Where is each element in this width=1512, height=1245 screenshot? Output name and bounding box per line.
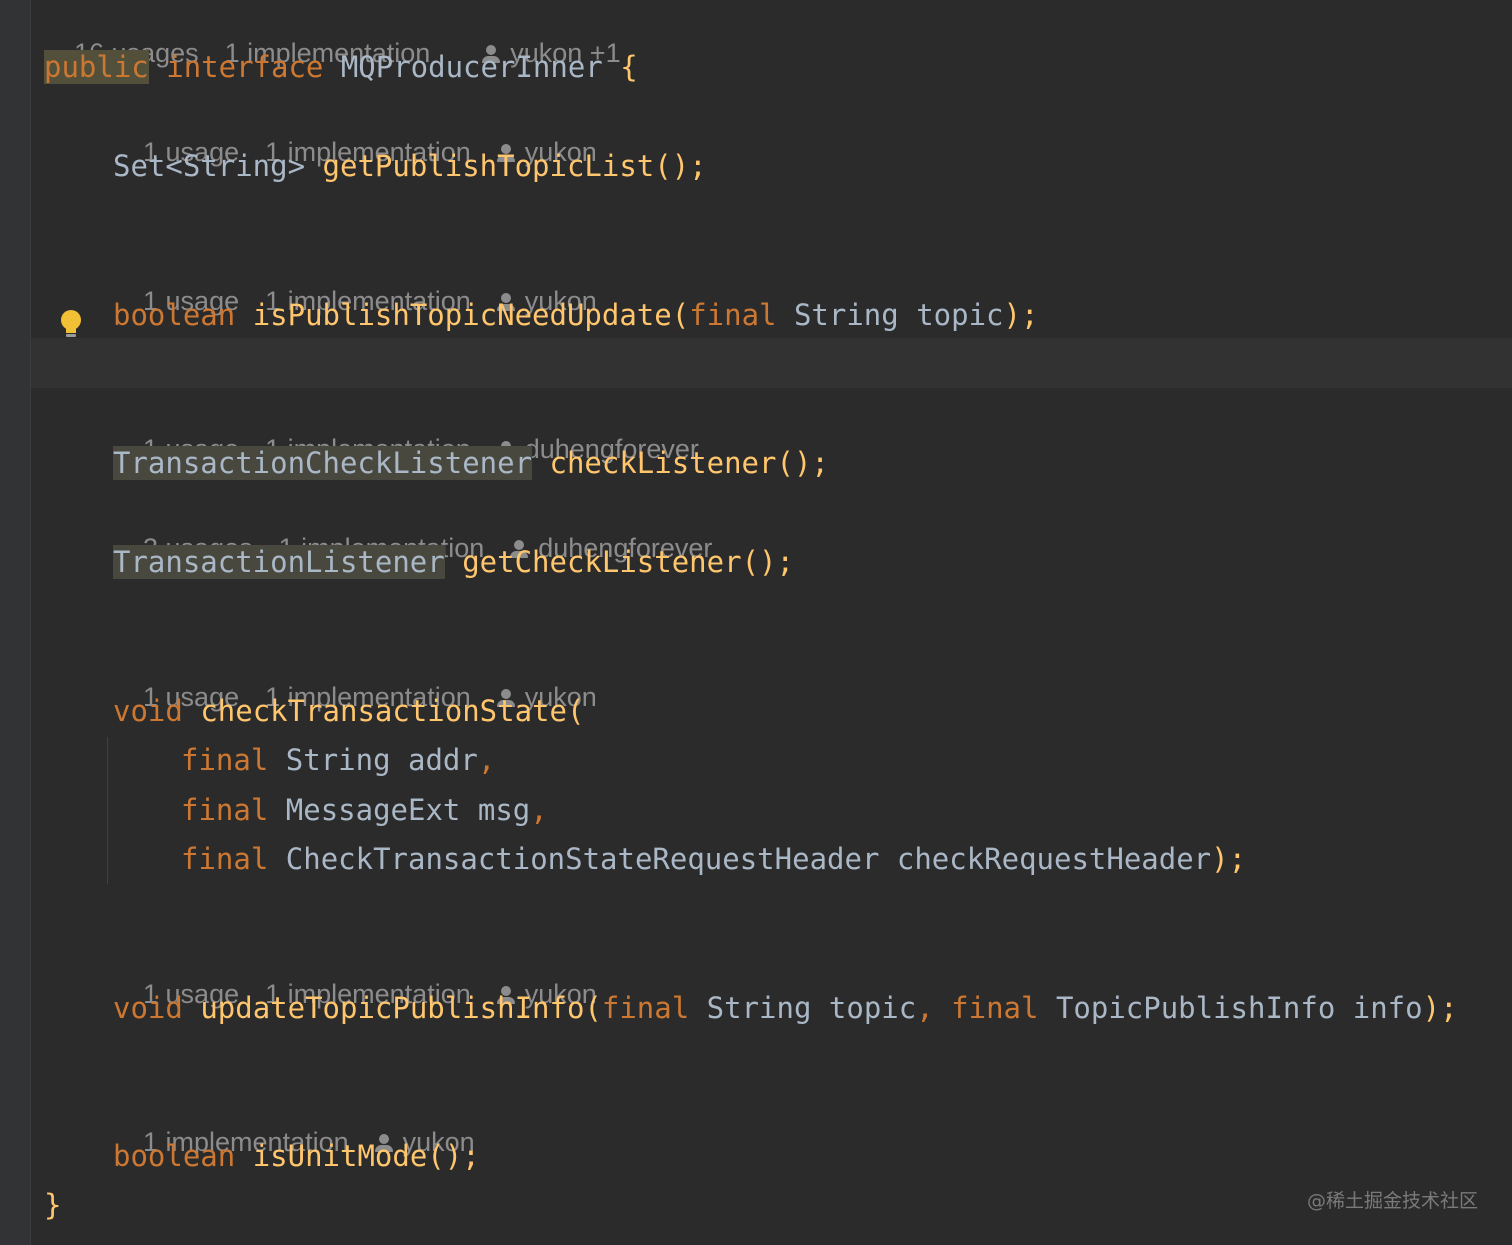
method-tail: (); [741, 545, 794, 579]
keyword-final: final [181, 743, 269, 777]
interface-name[interactable]: MQProducerInner [341, 50, 603, 84]
code-vision-hint-interface: 16 usages1 implementationyukon +1 [44, 2, 621, 68]
return-type: boolean [113, 1139, 236, 1173]
param-name[interactable]: topic [829, 991, 916, 1025]
param-name[interactable]: topic [916, 298, 1003, 332]
method-declaration[interactable]: TransactionCheckListener checkListener()… [113, 440, 829, 486]
code-vision-hint: 1 usage 1 implementation yukon [113, 646, 597, 712]
param-type[interactable]: CheckTransactionStateRequestHeader [286, 842, 880, 876]
lightbulb-icon[interactable] [60, 310, 82, 340]
keyword-interface: interface [166, 50, 324, 84]
keyword-final: final [181, 793, 269, 827]
method-name[interactable]: isUnitMode [253, 1139, 428, 1173]
param-line[interactable]: final MessageExt msg, [181, 787, 548, 833]
method-declaration[interactable]: void updateTopicPublishInfo(final String… [113, 985, 1458, 1031]
interface-declaration[interactable]: public interface MQProducerInner { [44, 44, 638, 90]
method-tail: (); [776, 446, 829, 480]
method-name[interactable]: getPublishTopicList [323, 149, 655, 183]
return-type: void [113, 991, 183, 1025]
code-vision-hint: 3 usages1 implementationduhengforever [113, 497, 712, 563]
code-vision-hint: 1 usage 1 implementation yukon [113, 101, 597, 167]
close-paren-semicolon: ); [1003, 298, 1039, 332]
method-name[interactable]: getCheckListener [462, 545, 741, 579]
keyword-final: final [951, 991, 1039, 1025]
method-tail: (); [654, 149, 707, 183]
open-brace: { [620, 50, 638, 84]
method-name[interactable]: checkTransactionState [200, 694, 567, 728]
method-name[interactable]: updateTopicPublishInfo [200, 991, 584, 1025]
param-name[interactable]: addr [408, 743, 478, 777]
param-separator: , [530, 793, 548, 827]
method-declaration[interactable]: Set<String> getPublishTopicList(); [113, 143, 707, 189]
method-name[interactable]: checkListener [550, 446, 777, 480]
code-vision-hint: 1 usage 1 implementation yukon [113, 943, 597, 1009]
keyword-final: final [601, 991, 690, 1025]
param-type[interactable]: String [286, 743, 391, 777]
close-brace: } [44, 1188, 62, 1222]
close-paren-semicolon: ); [1211, 842, 1247, 876]
code-vision-hint: 1 implementation yukon [113, 1091, 475, 1157]
watermark: @稀土掘金技术社区 [1306, 1190, 1478, 1212]
keyword-public: public [44, 50, 149, 84]
param-line[interactable]: final String addr, [181, 737, 495, 783]
param-separator: , [477, 743, 496, 777]
method-declaration[interactable]: TransactionListener getCheckListener(); [113, 539, 794, 585]
method-declaration[interactable]: void checkTransactionState( [113, 688, 584, 734]
return-type[interactable]: Set<String> [113, 149, 305, 183]
method-declaration[interactable]: boolean isUnitMode(); [113, 1133, 480, 1179]
param-name[interactable]: msg [478, 793, 530, 827]
interface-closing-brace[interactable]: } [44, 1182, 61, 1228]
keyword-final: final [689, 298, 777, 332]
param-type[interactable]: String [794, 298, 899, 332]
method-name[interactable]: isPublishTopicNeedUpdate [253, 298, 672, 332]
return-type: boolean [113, 298, 236, 332]
editor-gutter[interactable] [0, 0, 31, 1245]
open-paren: ( [584, 991, 602, 1025]
param-line[interactable]: final CheckTransactionStateRequestHeader… [181, 836, 1246, 882]
param-type[interactable]: TopicPublishInfo [1056, 991, 1335, 1025]
code-vision-hint: 1 usage 1 implementation yukon [113, 250, 597, 316]
code-vision-hint: 1 usage1 implementationduhengforever [113, 398, 699, 464]
keyword-final: final [181, 842, 269, 876]
code-editor[interactable]: 16 usages1 implementationyukon +1 public… [0, 0, 1512, 1245]
param-type[interactable]: String [707, 991, 812, 1025]
current-line-highlight [31, 338, 1512, 388]
return-type[interactable]: TransactionListener [113, 545, 445, 579]
return-type[interactable]: TransactionCheckListener [113, 446, 533, 480]
indent-guide [107, 737, 108, 884]
param-type[interactable]: MessageExt [286, 793, 461, 827]
param-name[interactable]: info [1353, 991, 1423, 1025]
method-declaration[interactable]: boolean isPublishTopicNeedUpdate(final S… [113, 292, 1038, 338]
method-tail: (); [427, 1139, 480, 1173]
return-type: void [113, 694, 183, 728]
param-name[interactable]: checkRequestHeader [897, 842, 1211, 876]
close-paren-semicolon: ); [1422, 991, 1458, 1025]
param-separator: , [916, 991, 934, 1025]
open-paren: ( [671, 298, 690, 332]
open-paren: ( [566, 694, 585, 728]
